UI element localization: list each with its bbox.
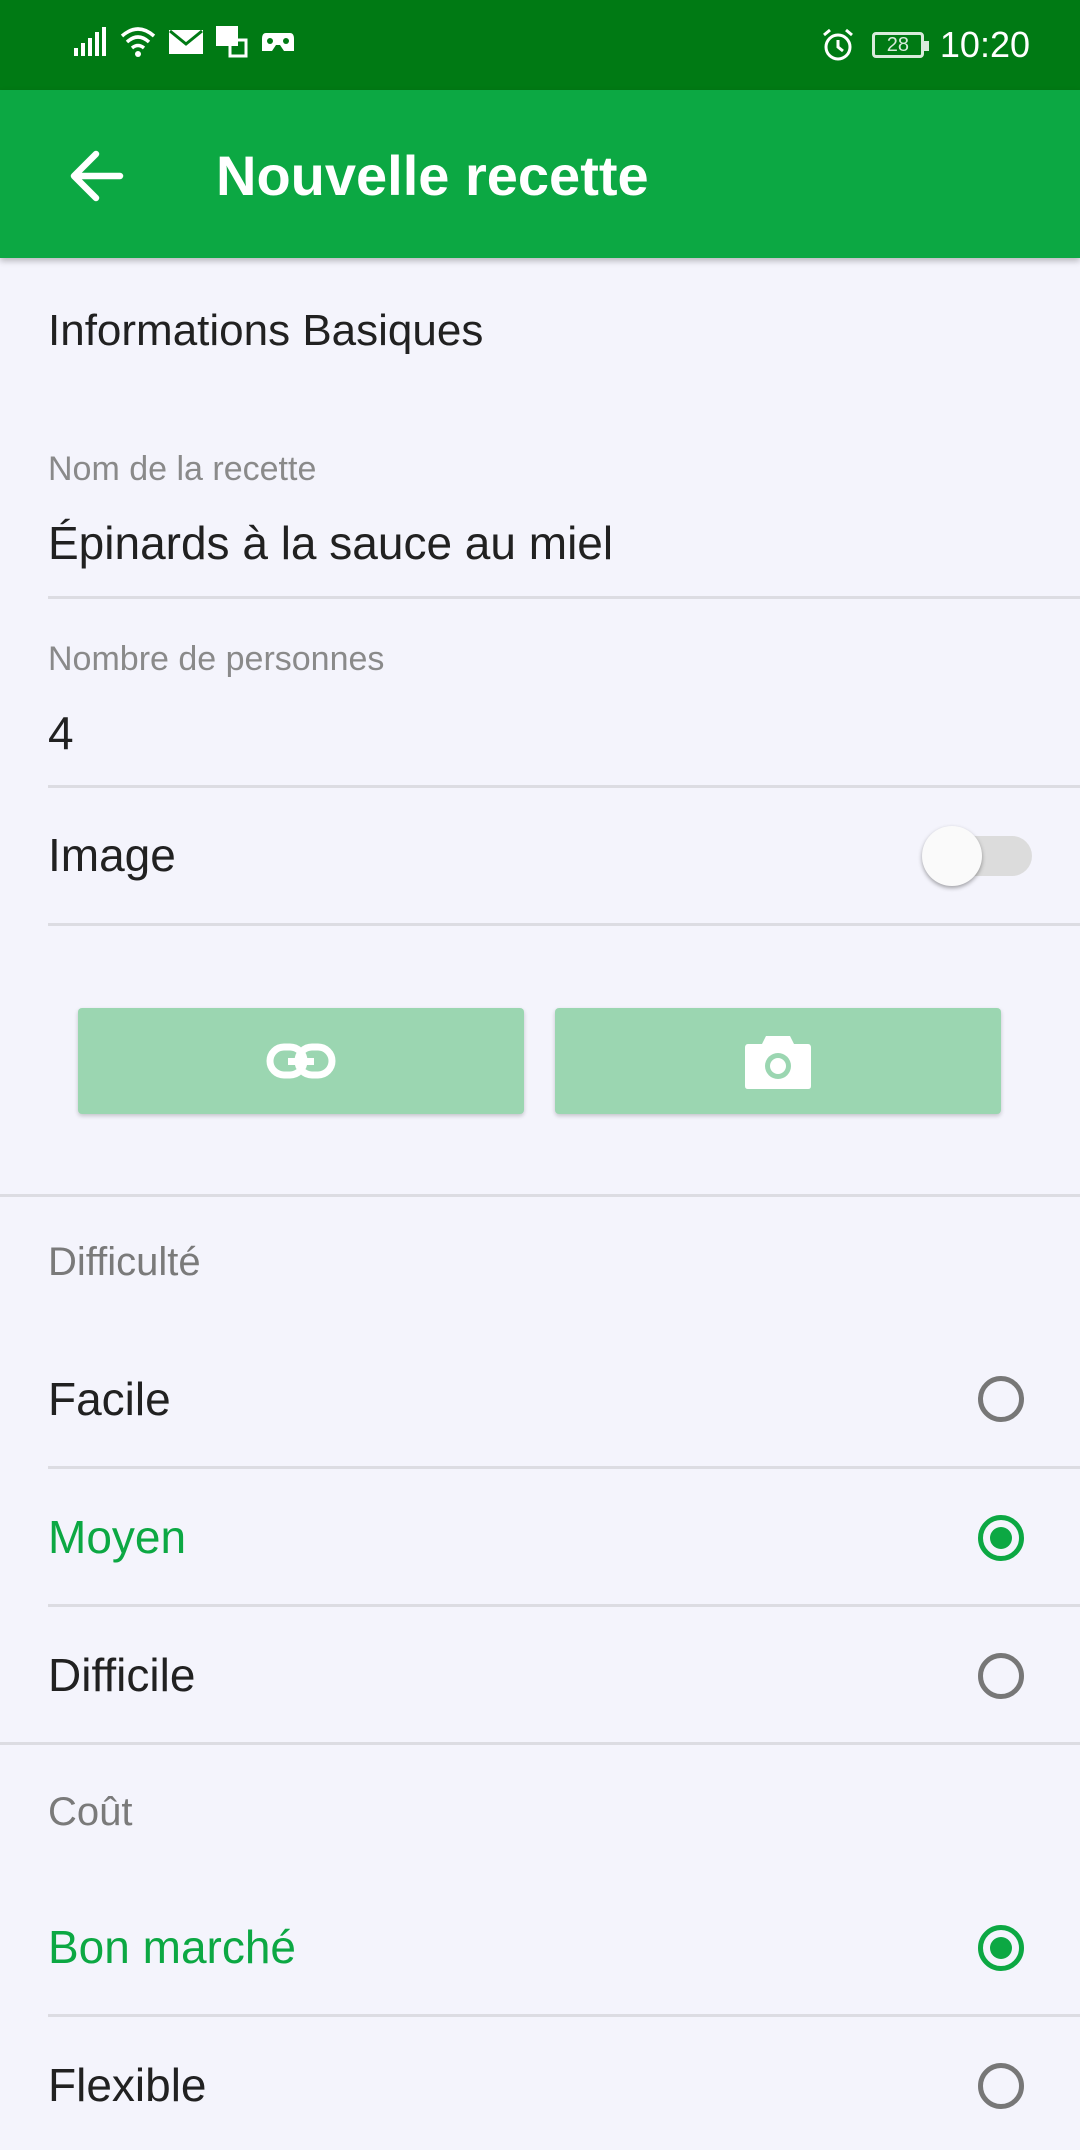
cost-group-label: Coût [48, 1790, 133, 1834]
divider [48, 1604, 1080, 1607]
divider [48, 1466, 1080, 1469]
status-bar: 28 10:20 [0, 0, 1080, 90]
radio-button[interactable] [978, 1653, 1024, 1699]
option-label: Moyen [48, 1511, 187, 1563]
image-camera-button[interactable] [555, 1008, 1001, 1114]
sms-icon [216, 26, 248, 58]
link-icon [266, 1043, 336, 1079]
image-toggle-thumb[interactable] [922, 826, 982, 886]
back-button[interactable] [60, 140, 132, 212]
recipe-name-input[interactable]: Épinards à la sauce au miel [48, 516, 613, 570]
divider [0, 1194, 1080, 1197]
mail-icon [169, 29, 203, 54]
status-icons-right: 28 10:20 [820, 24, 1030, 66]
divider [48, 596, 1080, 599]
battery-icon: 28 [871, 32, 929, 58]
camera-icon [745, 1036, 811, 1089]
option-label: Flexible [48, 2059, 207, 2111]
image-toggle-label: Image [48, 829, 176, 881]
app-bar: Nouvelle recette [0, 90, 1080, 258]
people-count-input[interactable]: 4 [48, 706, 74, 760]
difficulty-group-label: Difficulté [48, 1240, 201, 1284]
image-link-button[interactable] [78, 1008, 524, 1114]
radio-button[interactable] [978, 2063, 1024, 2109]
status-icons-left [72, 24, 296, 60]
status-time: 10:20 [939, 24, 1030, 65]
signal-icon [74, 27, 106, 56]
arrow-back-icon [70, 150, 124, 202]
recipe-name-label: Nom de la recette [48, 450, 317, 488]
divider [48, 2014, 1080, 2017]
radio-button-selected[interactable] [978, 1925, 1024, 1971]
option-label: Bon marché [48, 1921, 297, 1973]
game-icon [262, 33, 294, 51]
people-count-label: Nombre de personnes [48, 640, 385, 678]
divider [0, 1742, 1080, 1745]
option-label: Difficile [48, 1649, 196, 1701]
radio-button-selected[interactable] [978, 1515, 1024, 1561]
option-label: Facile [48, 1373, 171, 1425]
alarm-icon [822, 28, 853, 61]
page-title: Nouvelle recette [216, 144, 649, 207]
section-title-basic-info: Informations Basiques [48, 306, 484, 355]
wifi-icon [120, 27, 156, 57]
divider [48, 923, 1080, 926]
radio-button[interactable] [978, 1376, 1024, 1422]
divider [48, 785, 1080, 788]
